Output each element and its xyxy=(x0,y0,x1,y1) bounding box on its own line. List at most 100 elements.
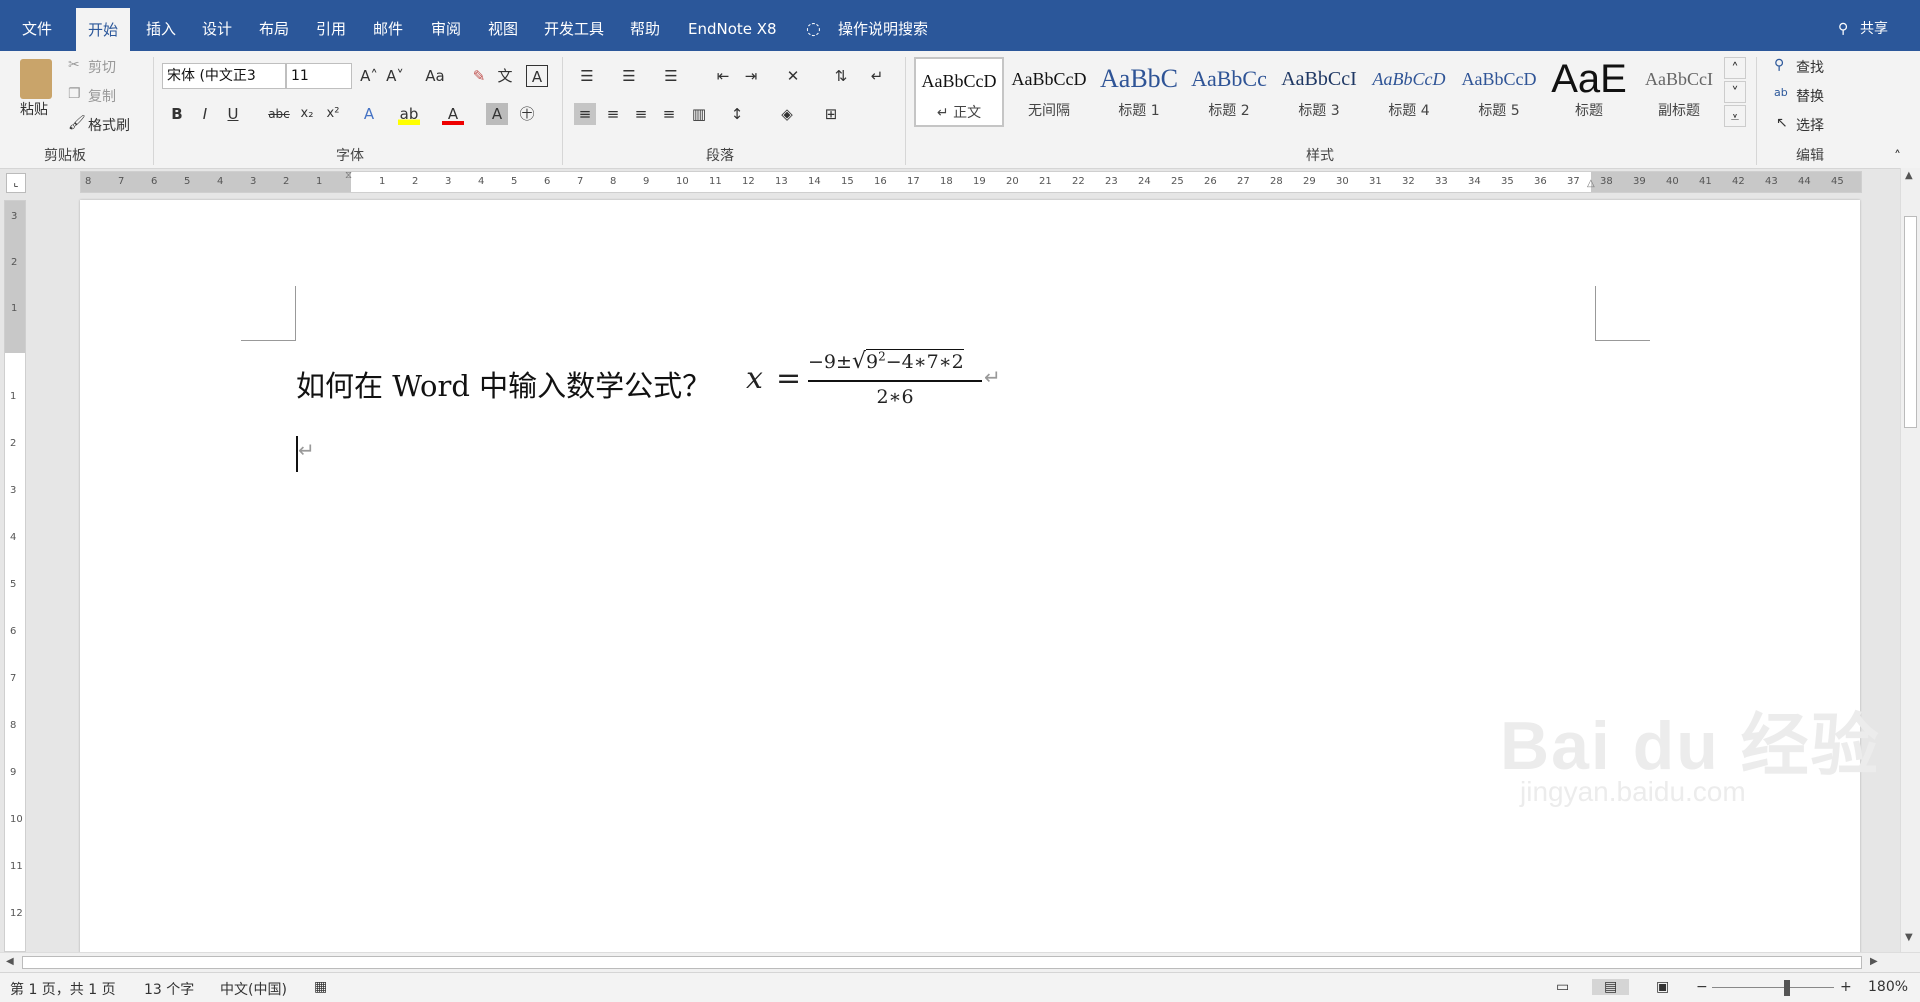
gallery-scroll-down-icon[interactable]: ˅ xyxy=(1724,81,1746,103)
show-marks-icon[interactable]: ↵ xyxy=(866,65,888,87)
style-heading-5[interactable]: AaBbCcD 标题 5 xyxy=(1454,57,1544,127)
underline-icon[interactable]: U xyxy=(222,103,244,125)
style-heading-2[interactable]: AaBbCc 标题 2 xyxy=(1184,57,1274,127)
scroll-thumb[interactable] xyxy=(1904,216,1917,428)
horizontal-scrollbar[interactable]: ◀ ▶ xyxy=(0,952,1920,972)
zoom-out-icon[interactable]: − xyxy=(1696,979,1708,995)
multilevel-list-icon[interactable]: ☰ xyxy=(660,65,682,87)
scroll-right-icon[interactable]: ▶ xyxy=(1870,956,1878,967)
numbering-icon[interactable]: ☰ xyxy=(618,65,640,87)
find-button[interactable]: 查找 xyxy=(1796,57,1824,77)
align-right-icon[interactable]: ≡ xyxy=(630,103,652,125)
zoom-slider[interactable] xyxy=(1712,987,1834,988)
style-no-spacing[interactable]: AaBbCcD 无间隔 xyxy=(1004,57,1094,127)
tab-design[interactable]: 设计 xyxy=(202,0,232,51)
tab-view[interactable]: 视图 xyxy=(488,0,518,51)
word-count[interactable]: 13 个字 xyxy=(144,979,194,999)
bold-icon[interactable]: B xyxy=(166,103,188,125)
vertical-scrollbar[interactable]: ▲ ▼ xyxy=(1900,168,1920,952)
increase-indent-icon[interactable]: ⇥ xyxy=(740,65,762,87)
subscript-icon[interactable]: x₂ xyxy=(296,103,318,125)
cut-button[interactable]: 剪切 xyxy=(88,57,116,77)
tab-review[interactable]: 审阅 xyxy=(431,0,461,51)
align-left-icon[interactable]: ≡ xyxy=(574,103,596,125)
change-case-button[interactable]: Aa xyxy=(420,65,450,87)
sort-icon[interactable]: ⇅ xyxy=(830,65,852,87)
gallery-more-icon[interactable]: ⩡ xyxy=(1724,105,1746,127)
web-layout-icon[interactable]: ▣ xyxy=(1656,979,1669,995)
scroll-down-icon[interactable]: ▼ xyxy=(1905,932,1913,943)
superscript-icon[interactable]: x² xyxy=(322,103,344,125)
tab-developer[interactable]: 开发工具 xyxy=(544,0,604,51)
bullets-icon[interactable]: ☰ xyxy=(576,65,598,87)
share-button[interactable]: 共享 xyxy=(1860,0,1888,51)
line-spacing-icon[interactable]: ↕ xyxy=(726,103,748,125)
clear-format-icon[interactable]: ✎ xyxy=(468,65,490,87)
font-name-combo[interactable]: 宋体 (中文正3 xyxy=(162,63,286,89)
char-border-icon[interactable]: A xyxy=(526,65,548,87)
justify-icon[interactable]: ≡ xyxy=(658,103,680,125)
phonetic-guide-icon[interactable]: 文 xyxy=(494,65,516,87)
tab-file[interactable]: 文件 xyxy=(22,0,52,51)
font-color-icon[interactable]: A xyxy=(442,103,464,125)
ruler-tick-label: 6 xyxy=(10,626,17,637)
style-subtitle[interactable]: AaBbCcI 副标题 xyxy=(1634,57,1724,127)
hscroll-thumb[interactable] xyxy=(22,956,1862,969)
document-page[interactable]: 如何在 Word 中输入数学公式？ x = −9±√92−4∗7∗2 2∗6 ↵… xyxy=(80,200,1879,952)
paste-button[interactable]: 粘贴 xyxy=(20,99,48,119)
distributed-icon[interactable]: ▥ xyxy=(688,103,710,125)
indent-marker-icon[interactable]: ⧖ xyxy=(345,170,352,181)
italic-icon[interactable]: I xyxy=(194,103,216,125)
highlight-icon[interactable]: ab xyxy=(398,103,420,125)
right-indent-marker-icon[interactable]: △ xyxy=(1587,178,1595,189)
style-normal[interactable]: AaBbCcD ↵ 正文 xyxy=(914,57,1004,127)
tab-endnote[interactable]: EndNote X8 xyxy=(688,0,777,51)
read-mode-icon[interactable]: ▭ xyxy=(1556,979,1569,995)
tab-layout[interactable]: 布局 xyxy=(259,0,289,51)
macro-record-icon[interactable]: ▦ xyxy=(314,979,327,995)
style-title[interactable]: AaE 标题 xyxy=(1544,57,1634,127)
paste-icon[interactable] xyxy=(20,59,52,99)
print-layout-icon[interactable]: ▤ xyxy=(1592,979,1630,995)
shading-icon[interactable]: ◈ xyxy=(776,103,798,125)
select-button[interactable]: 选择 xyxy=(1796,115,1824,135)
tab-references[interactable]: 引用 xyxy=(316,0,346,51)
tab-home[interactable]: 开始 xyxy=(76,8,131,51)
decrease-indent-icon[interactable]: ⇤ xyxy=(712,65,734,87)
chinese-layout-icon[interactable]: ✕ xyxy=(782,65,804,87)
borders-icon[interactable]: ⊞ xyxy=(820,103,842,125)
zoom-in-icon[interactable]: + xyxy=(1840,979,1852,995)
replace-button[interactable]: 替换 xyxy=(1796,86,1824,106)
tell-me-search[interactable]: 操作说明搜索 xyxy=(838,0,928,51)
text-effects-icon[interactable]: A xyxy=(358,103,380,125)
horizontal-ruler[interactable]: 87654321 1 2 3 4 5 6 7 8 9 10 11 12 13 14 15 16 17 18 19 20… xyxy=(80,170,1862,193)
zoom-level[interactable]: 180% xyxy=(1868,979,1908,995)
align-center-icon[interactable]: ≡ xyxy=(602,103,624,125)
page-count[interactable]: 第 1 页，共 1 页 xyxy=(10,979,116,999)
zoom-slider-thumb[interactable] xyxy=(1784,980,1790,996)
scroll-left-icon[interactable]: ◀ xyxy=(6,956,14,967)
tab-insert[interactable]: 插入 xyxy=(146,0,176,51)
grow-font-icon[interactable]: A˄ xyxy=(358,65,380,87)
scroll-up-icon[interactable]: ▲ xyxy=(1905,170,1913,181)
tab-mailings[interactable]: 邮件 xyxy=(373,0,403,51)
format-painter-button[interactable]: 格式刷 xyxy=(88,115,130,135)
ruler-tick-label: 23 xyxy=(1105,176,1118,187)
copy-button[interactable]: 复制 xyxy=(88,86,116,106)
style-heading-1[interactable]: AaBbC 标题 1 xyxy=(1094,57,1184,127)
equation-fraction[interactable]: −9±√92−4∗7∗2 2∗6 xyxy=(808,349,984,419)
strikethrough-icon[interactable]: abc xyxy=(266,103,292,125)
vertical-ruler[interactable]: 321 1 2 3 4 5 6 7 8 9 10 11 12 xyxy=(4,200,26,952)
style-heading-3[interactable]: AaBbCcI 标题 3 xyxy=(1274,57,1364,127)
shrink-font-icon[interactable]: A˅ xyxy=(384,65,406,87)
font-size-combo[interactable]: 11 xyxy=(286,63,352,89)
style-name: ↵ 正文 xyxy=(936,105,982,121)
enclose-char-icon[interactable]: ㊉ xyxy=(516,103,538,125)
gallery-scroll-up-icon[interactable]: ˄ xyxy=(1724,57,1746,79)
char-shading-icon[interactable]: A xyxy=(486,103,508,125)
tab-selector-icon[interactable]: ⌞ xyxy=(6,173,26,193)
collapse-ribbon-icon[interactable]: ˄ xyxy=(1894,149,1901,165)
language-indicator[interactable]: 中文(中国) xyxy=(220,979,287,999)
tab-help[interactable]: 帮助 xyxy=(630,0,660,51)
style-heading-4[interactable]: AaBbCcD 标题 4 xyxy=(1364,57,1454,127)
